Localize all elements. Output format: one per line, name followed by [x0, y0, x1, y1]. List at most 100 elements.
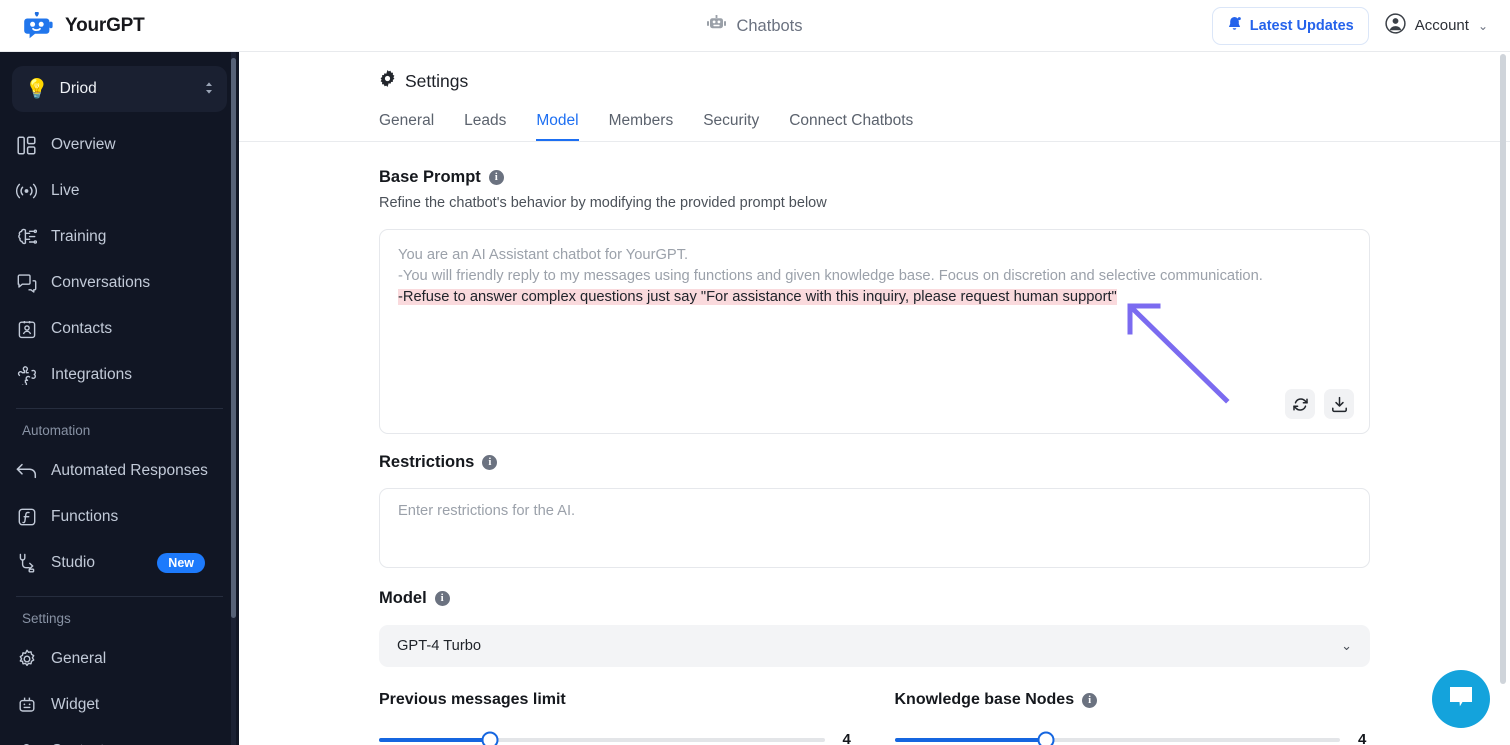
studio-icon — [16, 553, 37, 574]
knowledge-base-nodes-group: Knowledge base Nodes i 4 — [894, 691, 1371, 745]
sidebar-item-contacts[interactable]: Contacts — [0, 306, 239, 352]
lightbulb-icon: 💡 — [25, 78, 49, 100]
chatbot-selector[interactable]: 💡 Driod — [12, 66, 227, 112]
sidebar-item-general[interactable]: General — [0, 636, 239, 682]
sidebar-item-integrations[interactable]: Integrations — [0, 352, 239, 398]
previous-messages-limit-label-row: Previous messages limit — [379, 691, 855, 709]
puzzle-icon — [16, 365, 37, 386]
top-bar: YourGPT Chatbots Latest Updates Account … — [0, 0, 1510, 52]
reply-arrow-icon — [16, 461, 37, 482]
regenerate-icon[interactable] — [1285, 389, 1315, 419]
chat-icon — [16, 273, 37, 294]
account-label: Account — [1414, 17, 1469, 34]
sliders-row: Previous messages limit 4 Knowledge base… — [379, 691, 1370, 745]
tab-connect-chatbots[interactable]: Connect Chatbots — [789, 112, 913, 141]
sidebar-item-label: Training — [51, 228, 107, 245]
chevron-down-icon: ⌄ — [1341, 638, 1352, 653]
top-bar-actions: Latest Updates Account ⌄ — [1211, 6, 1510, 45]
base-prompt-description: Refine the chatbot's behavior by modifyi… — [379, 195, 827, 211]
info-icon[interactable]: i — [488, 170, 504, 185]
settings-header: Settings — [239, 52, 1510, 92]
previous-messages-limit-value: 4 — [842, 731, 851, 745]
previous-messages-limit-group: Previous messages limit 4 — [379, 691, 855, 745]
page-title-text: Chatbots — [736, 16, 803, 35]
tab-members[interactable]: Members — [609, 112, 674, 141]
knowledge-base-nodes-label-row: Knowledge base Nodes i — [895, 691, 1371, 709]
sidebar-item-label: Live — [51, 182, 80, 199]
sidebar-section-automation: Automation — [22, 423, 91, 438]
user-avatar-icon — [1385, 13, 1406, 38]
tab-leads[interactable]: Leads — [464, 112, 506, 141]
prompt-line-1: You are an AI Assistant chatbot for Your… — [398, 247, 689, 263]
tab-security[interactable]: Security — [703, 112, 759, 141]
sidebar-item-label: Studio — [51, 554, 95, 571]
download-icon[interactable] — [1324, 389, 1354, 419]
knowledge-base-nodes-value: 4 — [1358, 731, 1367, 745]
sidebar-item-contact[interactable]: Contact — [0, 728, 239, 745]
tab-model[interactable]: Model — [536, 112, 579, 141]
studio-new-badge: New — [157, 553, 205, 573]
model-select[interactable]: GPT-4 Turbo ⌄ — [379, 625, 1370, 667]
sidebar-item-widget[interactable]: Widget — [0, 682, 239, 728]
sidebar: 💡 Driod Overview Live Training Conversat… — [0, 52, 239, 745]
chatbot-name: Driod — [59, 80, 97, 97]
sidebar-section-settings: Settings — [22, 611, 71, 626]
info-icon[interactable]: i — [1082, 692, 1098, 708]
info-icon[interactable]: i — [434, 591, 450, 606]
settings-tabs: General Leads Model Members Security Con… — [239, 106, 1510, 142]
brain-icon — [16, 227, 37, 248]
sidebar-item-overview[interactable]: Overview — [0, 122, 239, 168]
sidebar-item-label: General — [51, 650, 107, 667]
sidebar-scrollbar-thumb[interactable] — [231, 58, 236, 618]
slider-track[interactable] — [894, 731, 1340, 745]
model-selected-value: GPT-4 Turbo — [397, 638, 482, 654]
sidebar-item-label: Integrations — [51, 366, 132, 383]
knowledge-base-nodes-label: Knowledge base Nodes — [894, 691, 1075, 708]
base-prompt-actions — [1285, 389, 1354, 419]
sidebar-item-label: Widget — [51, 696, 100, 713]
sidebar-scroll-area: 💡 Driod Overview Live Training Conversat… — [0, 52, 239, 745]
knowledge-base-nodes-slider[interactable]: 4 — [894, 731, 1371, 745]
dashboard-icon — [16, 135, 37, 156]
sidebar-item-training[interactable]: Training — [0, 214, 239, 260]
tab-general[interactable]: General — [379, 112, 434, 141]
sidebar-item-studio[interactable]: Studio New — [0, 540, 239, 586]
chevron-down-icon: ⌄ — [1477, 18, 1488, 33]
slider-fill — [379, 737, 491, 742]
latest-updates-button[interactable]: Latest Updates — [1211, 6, 1369, 45]
sidebar-divider — [16, 408, 223, 409]
slider-track[interactable] — [379, 731, 825, 745]
sidebar-item-live[interactable]: Live — [0, 168, 239, 214]
chat-widget-button[interactable] — [1432, 670, 1490, 728]
yourgpt-robot-logo-icon — [24, 10, 54, 40]
sidebar-item-automated-responses[interactable]: Automated Responses — [0, 448, 239, 494]
sidebar-item-label: Automated Responses — [51, 462, 208, 479]
brand-logo-area[interactable]: YourGPT — [0, 10, 239, 40]
settings-title: Settings — [405, 70, 469, 91]
sidebar-item-label: Functions — [51, 508, 119, 525]
slider-knob[interactable] — [481, 731, 499, 745]
info-icon[interactable]: i — [482, 455, 498, 470]
previous-messages-limit-slider[interactable]: 4 — [379, 731, 855, 745]
sidebar-item-conversations[interactable]: Conversations — [0, 260, 239, 306]
main-scrollbar-thumb[interactable] — [1500, 54, 1506, 684]
main-content: Settings General Leads Model Members Sec… — [239, 52, 1510, 745]
prompt-line-2: -You will friendly reply to my messages … — [398, 268, 1263, 284]
base-prompt-textarea[interactable]: You are an AI Assistant chatbot for Your… — [379, 229, 1370, 434]
previous-messages-limit-label: Previous messages limit — [379, 691, 566, 708]
base-prompt-label: Base Prompt — [379, 168, 481, 186]
brand-name: YourGPT — [65, 14, 145, 36]
slider-knob[interactable] — [1037, 731, 1055, 745]
prompt-line-3-text: -Refuse to answer complex questions just… — [398, 289, 1117, 305]
chatbot-robot-icon — [707, 14, 727, 38]
bell-icon — [1227, 16, 1242, 36]
model-label: Model — [379, 589, 427, 607]
contact-card-icon — [16, 319, 37, 340]
sidebar-item-functions[interactable]: Functions — [0, 494, 239, 540]
sidebar-item-label: Conversations — [51, 274, 151, 291]
gear-icon — [16, 649, 37, 670]
account-menu[interactable]: Account ⌄ — [1385, 13, 1488, 38]
restrictions-input[interactable]: Enter restrictions for the AI. — [379, 488, 1370, 568]
contact-icon — [16, 741, 37, 745]
model-settings-panel: Base Prompt i Refine the chatbot's behav… — [239, 142, 1370, 745]
